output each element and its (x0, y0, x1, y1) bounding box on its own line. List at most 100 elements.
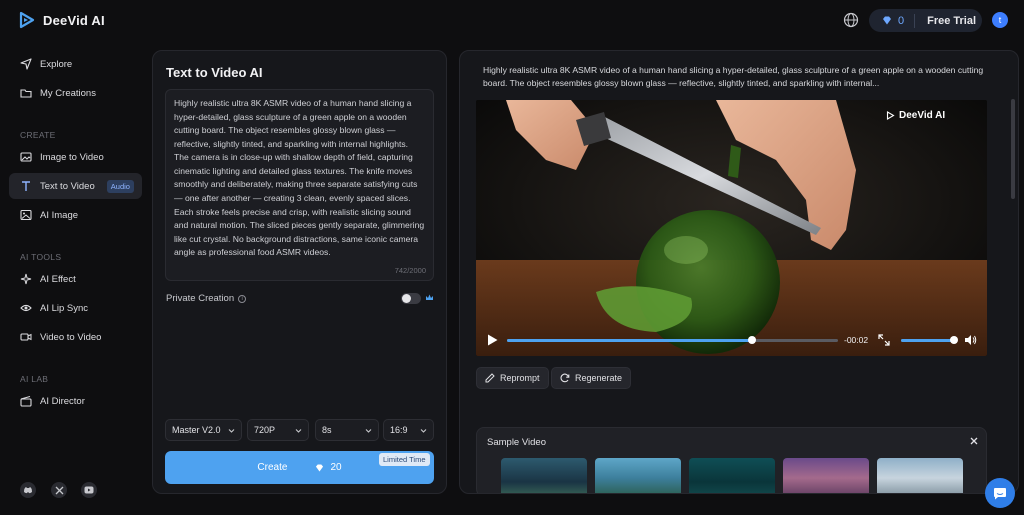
video-watermark: DeeVid AI (886, 110, 945, 121)
preview-description: Highly realistic ultra 8K ASMR video of … (483, 65, 984, 89)
language-globe-icon[interactable] (843, 12, 859, 28)
sidebar-item-image-to-video[interactable]: Image to Video (9, 144, 142, 170)
video-icon (20, 333, 32, 341)
model-select[interactable]: Master V2.0 (165, 419, 242, 441)
logo-icon (19, 11, 35, 29)
sample-video-panel: Sample Video (476, 427, 987, 493)
director-icon (20, 395, 32, 407)
divider (914, 13, 916, 28)
section-title-create: CREATE (20, 130, 56, 140)
sidebar-item-explore[interactable]: Explore (9, 51, 142, 77)
prompt-textarea[interactable]: Highly realistic ultra 8K ASMR video of … (165, 89, 434, 281)
close-icon[interactable] (969, 436, 979, 446)
preview-panel: Highly realistic ultra 8K ASMR video of … (459, 50, 1019, 494)
sidebar-item-video-to-video[interactable]: Video to Video (9, 324, 142, 350)
video-player[interactable]: DeeVid AI -00:02 (476, 100, 987, 356)
private-creation-label: Private Creation (166, 293, 235, 304)
discord-icon[interactable] (20, 482, 36, 498)
resolution-value: 720P (254, 425, 276, 435)
sample-thumbnail[interactable] (783, 458, 869, 493)
sidebar-item-label: Video to Video (40, 331, 102, 343)
reprompt-label: Reprompt (500, 373, 540, 383)
volume-icon[interactable] (964, 334, 977, 346)
model-value: Master V2.0 (172, 425, 221, 435)
timeline-progress (507, 339, 752, 342)
credit-count: 0 (898, 14, 905, 27)
sidebar-item-ai-image[interactable]: AI Image (9, 202, 142, 228)
sidebar-item-label: Text to Video (40, 180, 95, 192)
youtube-icon[interactable] (81, 482, 97, 498)
sidebar-item-ai-lip-sync[interactable]: AI Lip Sync (9, 295, 142, 321)
duration-value: 8s (322, 425, 332, 435)
volume-level (901, 339, 955, 342)
sidebar-item-label: Explore (40, 58, 73, 70)
sidebar-item-label: AI Director (40, 395, 85, 407)
chat-icon (994, 487, 1006, 499)
sidebar-item-text-to-video[interactable]: Text to Video Audio (9, 173, 142, 199)
diamond-icon (883, 16, 891, 25)
text-to-video-panel: Text to Video AI Highly realistic ultra … (152, 50, 447, 494)
sidebar-item-ai-effect[interactable]: AI Effect (9, 266, 142, 292)
scrollbar[interactable] (1011, 99, 1015, 199)
create-label: Create (257, 462, 288, 473)
aspect-ratio-select[interactable]: 16:9 (383, 419, 434, 441)
free-trial-label: Free Trial (927, 14, 977, 27)
credits-trial-button[interactable]: 0 Free Trial (869, 9, 982, 32)
section-title-ai-lab: AI LAB (20, 374, 49, 384)
play-icon[interactable] (487, 334, 498, 346)
picture-icon (20, 209, 32, 221)
fullscreen-icon[interactable] (878, 334, 890, 346)
audio-badge: Audio (106, 179, 134, 193)
logo-icon (886, 111, 895, 120)
chevron-down-icon (228, 429, 235, 433)
top-bar: DeeVid AI 0 Free Trial t (0, 0, 1024, 42)
edit-icon (485, 373, 495, 383)
image-icon (20, 152, 32, 162)
timeline-handle[interactable] (747, 336, 756, 344)
support-chat-button[interactable] (985, 478, 1015, 508)
prompt-text[interactable]: Highly realistic ultra 8K ASMR video of … (174, 97, 425, 260)
video-controls: -00:02 (476, 329, 987, 351)
time-remaining: -00:02 (844, 335, 869, 345)
chevron-down-icon (420, 429, 427, 433)
limited-time-badge: Limited Time (379, 453, 430, 466)
x-twitter-icon[interactable] (51, 482, 67, 498)
app-logo[interactable]: DeeVid AI (18, 11, 105, 29)
regenerate-label: Regenerate (575, 373, 623, 383)
sample-thumbnail[interactable] (595, 458, 681, 493)
explore-icon (20, 58, 32, 70)
eye-icon (20, 304, 32, 312)
regenerate-button[interactable]: Regenerate (551, 367, 632, 389)
sidebar-item-label: AI Lip Sync (40, 302, 89, 314)
user-avatar[interactable]: t (992, 12, 1008, 28)
info-icon[interactable]: i (238, 294, 247, 303)
sidebar-item-my-creations[interactable]: My Creations (9, 80, 142, 106)
character-count: 742/2000 (394, 266, 426, 275)
aspect-ratio-value: 16:9 (390, 425, 408, 435)
panel-title: Text to Video AI (166, 65, 263, 80)
volume-handle[interactable] (950, 336, 959, 344)
private-creation-row: Private Creation i (166, 293, 247, 304)
section-title-ai-tools: AI TOOLS (20, 252, 62, 262)
sample-thumbnail[interactable] (501, 458, 587, 493)
sidebar: Explore My Creations CREATE Image to Vid… (0, 42, 150, 515)
sample-thumbnail[interactable] (877, 458, 963, 493)
refresh-icon (560, 373, 570, 383)
diamond-icon (316, 463, 324, 472)
sample-video-title: Sample Video (487, 437, 546, 448)
sidebar-item-label: AI Effect (40, 273, 76, 285)
duration-select[interactable]: 8s (315, 419, 379, 441)
sidebar-item-label: Image to Video (40, 151, 104, 163)
video-timeline[interactable] (507, 336, 838, 344)
app-name: DeeVid AI (43, 12, 105, 28)
sidebar-item-ai-director[interactable]: AI Director (9, 388, 142, 414)
text-icon (22, 181, 30, 191)
crown-icon (426, 294, 433, 300)
sample-thumbnail[interactable] (689, 458, 775, 493)
reprompt-button[interactable]: Reprompt (476, 367, 549, 389)
resolution-select[interactable]: 720P (247, 419, 309, 441)
volume-slider[interactable] (901, 336, 959, 344)
chevron-down-icon (295, 429, 302, 433)
create-cost: 20 (330, 462, 342, 473)
private-creation-toggle[interactable] (401, 293, 421, 304)
